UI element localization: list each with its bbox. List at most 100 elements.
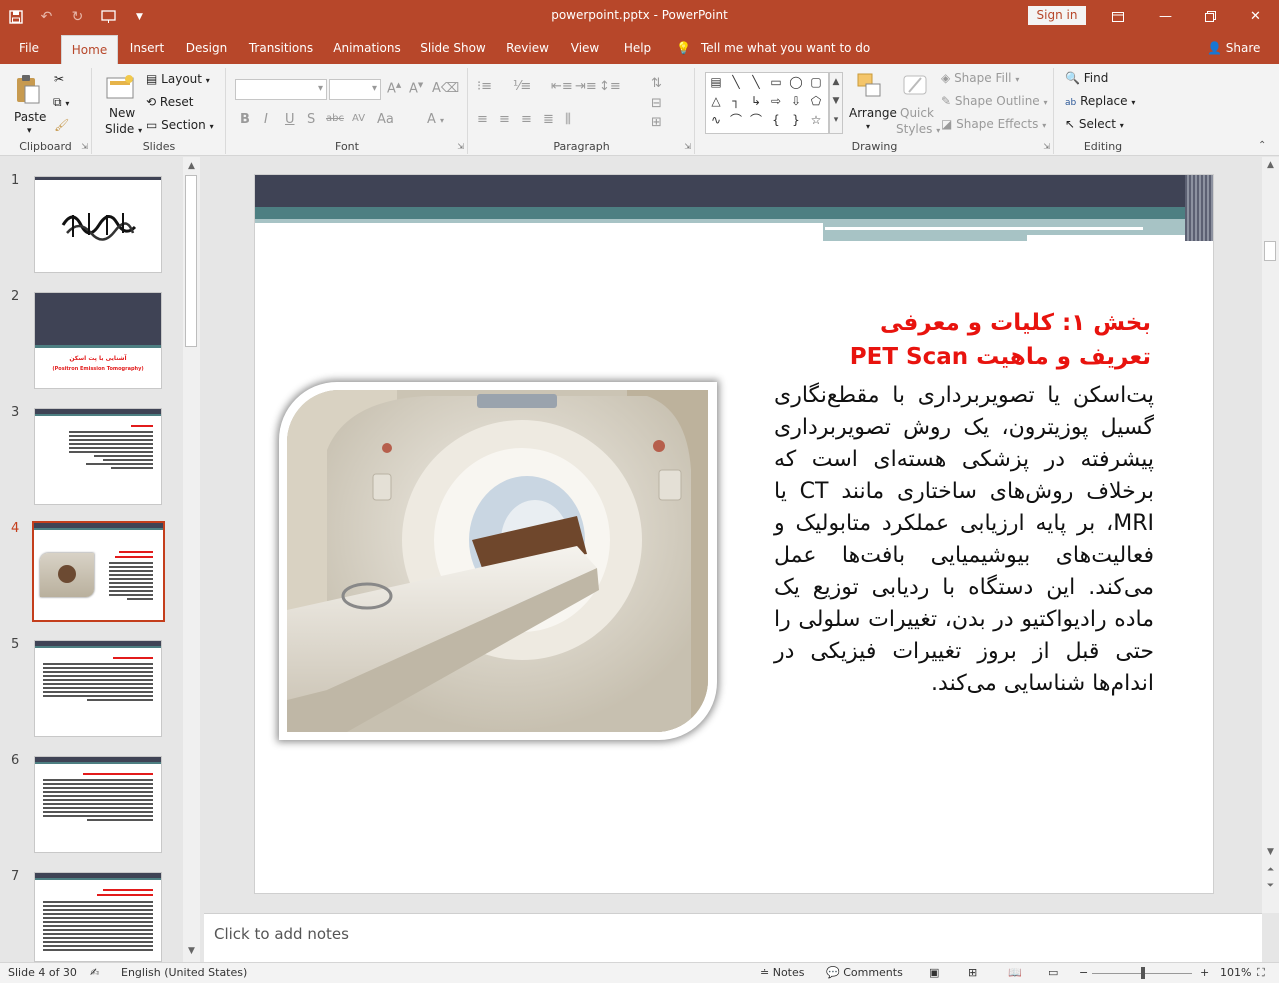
tab-view[interactable]: View	[563, 33, 607, 64]
star-shape-icon[interactable]: ☆	[806, 111, 826, 130]
zoom-in-icon[interactable]: +	[1200, 966, 1209, 979]
notes-pane[interactable]: Click to add notes	[204, 913, 1262, 962]
paragraph-launcher-icon[interactable]: ⇲	[684, 142, 691, 151]
arc2-shape-icon[interactable]: ⌒	[746, 111, 766, 130]
slide-canvas[interactable]: بخش ۱: کلیات و معرفی تعریف و ماهیت PET S…	[254, 174, 1214, 894]
scroll-up-icon[interactable]: ▲	[183, 161, 200, 171]
thumbnails-scrollbar[interactable]: ▲ ▼	[183, 157, 200, 962]
close-icon[interactable]: ✕	[1233, 0, 1278, 33]
quick-styles-icon[interactable]	[901, 72, 931, 100]
italic-icon[interactable]: I	[264, 112, 268, 127]
slide-show-icon[interactable]: ▭	[1048, 966, 1058, 979]
reset-button[interactable]: ⟲ Reset	[146, 95, 193, 109]
sign-in-button[interactable]: Sign in	[1028, 6, 1086, 25]
callout-shape-icon[interactable]: ⬠	[806, 92, 826, 111]
columns-icon[interactable]: ⫼	[565, 112, 571, 127]
strikethrough-icon[interactable]: abc	[326, 113, 344, 124]
minimize-icon[interactable]: —	[1143, 0, 1188, 33]
align-left-icon[interactable]: ≡	[477, 112, 488, 127]
paste-dropdown-icon[interactable]: ▾	[27, 126, 32, 136]
comments-toggle[interactable]: 💬 Comments	[826, 966, 903, 979]
shapes-scroll[interactable]: ▲ ▼ ▾	[829, 72, 843, 134]
scroll-down-icon[interactable]: ▼	[183, 946, 200, 956]
notes-toggle[interactable]: ≐ Notes	[760, 966, 805, 979]
clear-formatting-icon[interactable]: A⌫	[432, 81, 459, 96]
text-box-shape-icon[interactable]: ▤	[706, 73, 726, 92]
notes-placeholder[interactable]: Click to add notes	[214, 925, 349, 943]
previous-slide-icon[interactable]: ⏶	[1262, 865, 1279, 875]
tab-home[interactable]: Home	[61, 35, 118, 64]
slide-thumbnail-1[interactable]	[34, 176, 162, 273]
new-slide-icon[interactable]	[105, 74, 137, 102]
justify-icon[interactable]: ≣	[543, 112, 554, 127]
tab-file[interactable]: File	[8, 33, 50, 64]
font-size-combo[interactable]: ▾	[329, 79, 381, 100]
start-from-beginning-icon[interactable]	[93, 0, 124, 33]
underline-icon[interactable]: U	[285, 112, 295, 127]
tab-transitions[interactable]: Transitions	[244, 33, 318, 64]
decrease-font-icon[interactable]: A▼	[409, 81, 423, 96]
section-button[interactable]: ▭ Section ▾	[146, 118, 214, 132]
rounded-rect-shape-icon[interactable]: ▢	[806, 73, 826, 92]
text-shadow-icon[interactable]: S	[307, 112, 315, 127]
share-button[interactable]: 👤 Share	[1207, 33, 1260, 64]
triangle-shape-icon[interactable]: △	[706, 92, 726, 111]
scroll-down-icon[interactable]: ▼	[1262, 847, 1279, 857]
slide-sorter-icon[interactable]: ⊞	[968, 966, 977, 979]
slide-thumbnail-5[interactable]	[34, 640, 162, 737]
next-slide-icon[interactable]: ⏷	[1262, 881, 1279, 891]
right-arrow-shape-icon[interactable]: ⇨	[766, 92, 786, 111]
increase-font-icon[interactable]: A▲	[387, 81, 401, 96]
align-center-icon[interactable]: ≡	[499, 112, 510, 127]
arc-shape-icon[interactable]: ⌒	[726, 111, 746, 130]
slide-body-text[interactable]: پت‌اسکن یا تصویربرداری با مقطع‌نگاری گسی…	[774, 380, 1154, 700]
rectangle-shape-icon[interactable]: ▭	[766, 73, 786, 92]
tab-help[interactable]: Help	[617, 33, 658, 64]
line-spacing-icon[interactable]: ↕≡	[599, 79, 621, 94]
replace-button[interactable]: ab Replace ▾	[1065, 94, 1135, 108]
clipboard-launcher-icon[interactable]: ⇲	[81, 142, 88, 151]
font-color-icon[interactable]: A ▾	[427, 112, 444, 127]
layout-button[interactable]: ▤ Layout ▾	[146, 72, 210, 86]
shape-outline-button[interactable]: ✎ Shape Outline ▾	[941, 94, 1048, 108]
paste-button[interactable]: Paste	[14, 110, 46, 124]
increase-indent-icon[interactable]: ⇥≡	[575, 79, 597, 94]
slide-thumbnail-2[interactable]: آشنایی با پت اسکن (Positron Emission Tom…	[34, 292, 162, 389]
tab-animations[interactable]: Animations	[329, 33, 405, 64]
arrange-dropdown-icon[interactable]: ▾	[866, 122, 870, 131]
new-slide-label-1[interactable]: New	[109, 106, 135, 120]
drawing-launcher-icon[interactable]: ⇲	[1043, 142, 1050, 151]
numbering-icon[interactable]: ⅟≡	[513, 79, 531, 94]
slide-thumbnail-3[interactable]	[34, 408, 162, 505]
slide-title-line-1[interactable]: بخش ۱: کلیات و معرفی	[880, 310, 1151, 336]
quick-styles-label-2[interactable]: Styles ▾	[896, 122, 940, 136]
slide-title-line-2[interactable]: تعریف و ماهیت PET Scan	[850, 344, 1151, 370]
redo-icon[interactable]: ↻	[62, 0, 93, 33]
change-case-icon[interactable]: Aa	[377, 112, 394, 127]
collapse-ribbon-icon[interactable]: ⌃	[1258, 140, 1266, 151]
oval-shape-icon[interactable]: ◯	[786, 73, 806, 92]
slide-thumbnail-7[interactable]	[34, 872, 162, 962]
line-shape-icon[interactable]: ╲	[726, 73, 746, 92]
normal-view-icon[interactable]: ▣	[929, 966, 939, 979]
slide-scrollbar[interactable]: ▲ ▼ ⏶ ⏷	[1262, 157, 1279, 913]
align-right-icon[interactable]: ≡	[521, 112, 532, 127]
find-button[interactable]: 🔍 Find	[1065, 71, 1108, 85]
save-icon[interactable]	[0, 0, 31, 33]
select-button[interactable]: ↖ Select ▾	[1065, 117, 1124, 131]
smartart-icon[interactable]: ⊞	[651, 115, 662, 130]
align-text-icon[interactable]: ⊟	[651, 96, 662, 111]
brace-left-shape-icon[interactable]: {	[766, 111, 786, 130]
reading-view-icon[interactable]: 📖	[1008, 966, 1022, 979]
line2-shape-icon[interactable]: ╲	[746, 73, 766, 92]
tab-design[interactable]: Design	[180, 33, 233, 64]
slide-thumbnail-4[interactable]	[32, 521, 165, 622]
connector-shape-icon[interactable]: ┐	[726, 92, 746, 111]
paste-icon[interactable]	[14, 74, 42, 104]
new-slide-label-2[interactable]: Slide ▾	[105, 122, 142, 136]
zoom-level[interactable]: 101%	[1220, 966, 1251, 979]
shape-fill-button[interactable]: ◈ Shape Fill ▾	[941, 71, 1019, 85]
scroll-up-icon[interactable]: ▲	[1262, 160, 1279, 170]
decrease-indent-icon[interactable]: ⇤≡	[551, 79, 573, 94]
quick-styles-label-1[interactable]: Quick	[900, 106, 934, 120]
